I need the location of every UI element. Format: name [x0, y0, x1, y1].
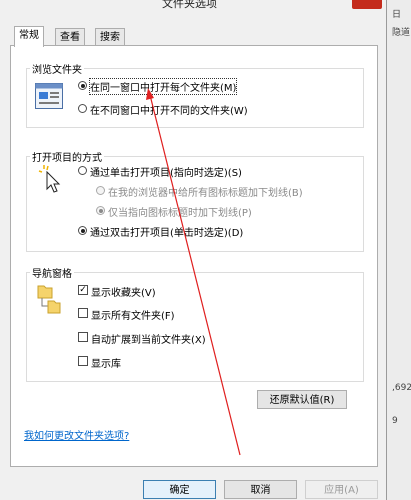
tab-general[interactable]: 常规 [14, 26, 44, 47]
annotation-arrow-overlay [146, 88, 241, 456]
annotation-arrow-head [146, 88, 154, 100]
annotation-arrow-line [149, 94, 241, 456]
